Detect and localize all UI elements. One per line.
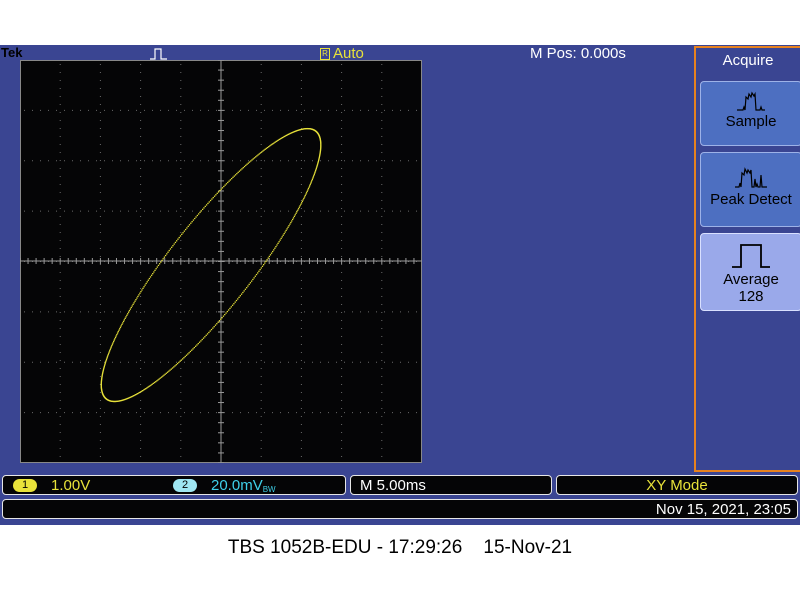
average-pulse-icon	[732, 244, 770, 268]
peak-detect-waveform-icon	[735, 167, 767, 188]
ch1-scale: 1.00V	[51, 477, 91, 494]
menu-title: Acquire	[722, 52, 774, 69]
ch2-scale: 20.0mVBW	[211, 477, 276, 494]
brand-logo: Tek	[1, 45, 23, 60]
trigger-status-icon: R	[320, 48, 330, 60]
graticule-grid	[19, 59, 422, 464]
xy-trace	[100, 127, 322, 403]
peak-detect-button[interactable]: Peak Detect	[700, 152, 800, 227]
sample-waveform-icon	[737, 91, 765, 111]
datetime-bar: Nov 15, 2021, 23:05	[2, 499, 798, 519]
timebase-value: M 5.00ms	[360, 477, 426, 494]
xy-mode-label: XY Mode	[646, 477, 708, 494]
average-label: Average	[723, 271, 779, 288]
horizontal-position: M Pos: 0.000s	[530, 45, 626, 62]
sample-label: Sample	[725, 113, 777, 130]
mode-readout: XY Mode	[556, 475, 798, 495]
bandwidth-limit-indicator: BW	[262, 485, 276, 494]
footer-caption: TBS 1052B-EDU - 17:29:26 15-Nov-21	[227, 537, 573, 558]
timebase-readout: M 5.00ms	[350, 475, 552, 495]
ch2-badge[interactable]: 2	[173, 479, 197, 492]
average-button[interactable]: Average 128	[700, 233, 800, 311]
scope-screen: Tek R Auto M Pos: 0.000s Acquire Sample P…	[0, 45, 800, 525]
datetime: Nov 15, 2021, 23:05	[655, 501, 791, 518]
trigger-pulse-icon	[150, 48, 167, 60]
average-count: 128	[738, 288, 764, 305]
sample-button[interactable]: Sample	[700, 81, 800, 146]
ch1-badge[interactable]: 1	[13, 479, 37, 492]
graticule	[19, 59, 422, 464]
channel-readout-bar: 1 1.00V 2 20.0mVBW	[2, 475, 346, 495]
acquire-menu: Acquire Sample Peak Detect Average 128	[694, 46, 800, 472]
peak-detect-label: Peak Detect	[710, 191, 792, 208]
